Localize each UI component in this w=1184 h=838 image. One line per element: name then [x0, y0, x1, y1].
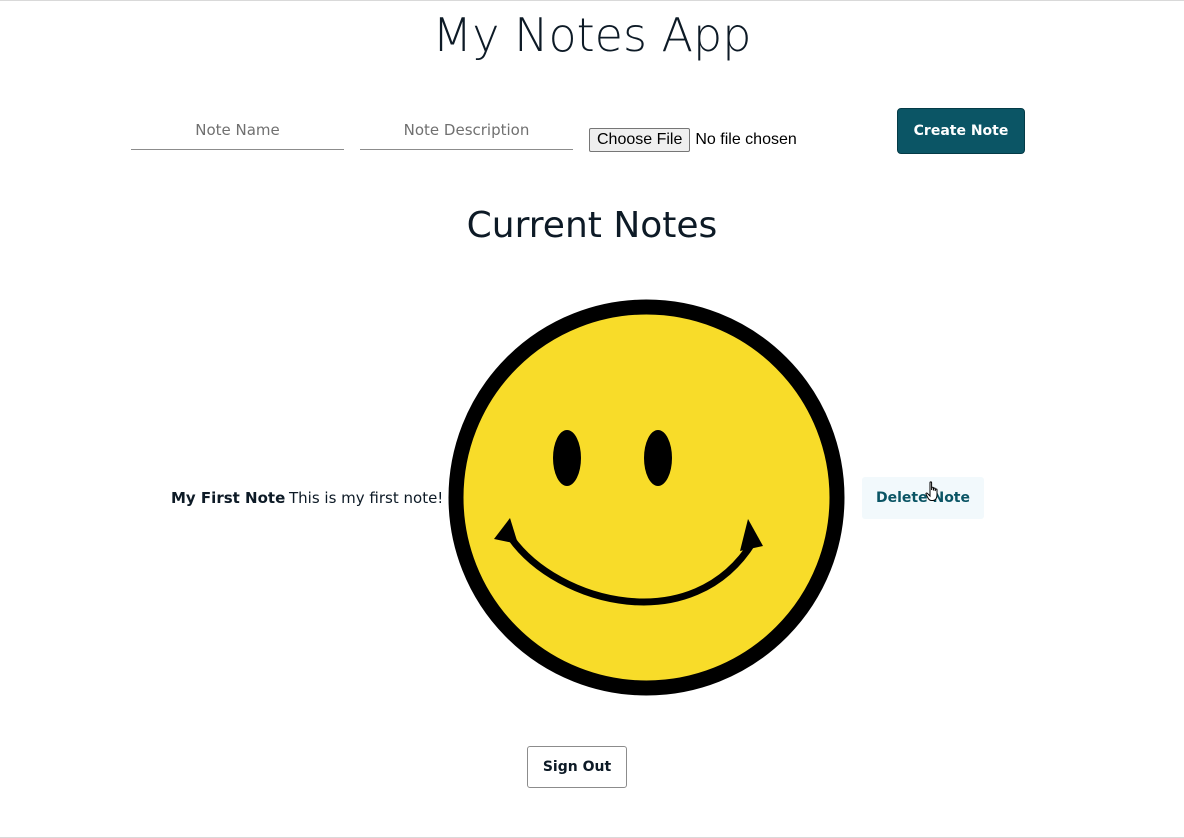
note-description-input[interactable]: [360, 111, 573, 150]
delete-note-button[interactable]: Delete Note: [862, 477, 984, 519]
current-notes-heading: Current Notes: [466, 205, 718, 246]
notes-app-page: My Notes App Choose File No file chosen …: [0, 0, 1184, 838]
note-name-input[interactable]: [131, 111, 344, 150]
smiley-right-eye: [644, 430, 672, 486]
smiley-face-outline: [448, 299, 845, 696]
note-description: This is my first note!: [289, 489, 444, 507]
sign-out-button[interactable]: Sign Out: [527, 746, 627, 788]
smiley-left-eye: [553, 430, 581, 486]
smiley-face-icon: [448, 299, 845, 696]
create-note-button[interactable]: Create Note: [897, 108, 1025, 154]
choose-file-button[interactable]: Choose File: [589, 128, 691, 152]
note-name: My First Note: [171, 489, 286, 507]
file-input[interactable]: Choose File No file chosen: [589, 128, 797, 152]
app-title: My Notes App: [432, 8, 752, 62]
file-status-text: No file chosen: [695, 131, 797, 148]
